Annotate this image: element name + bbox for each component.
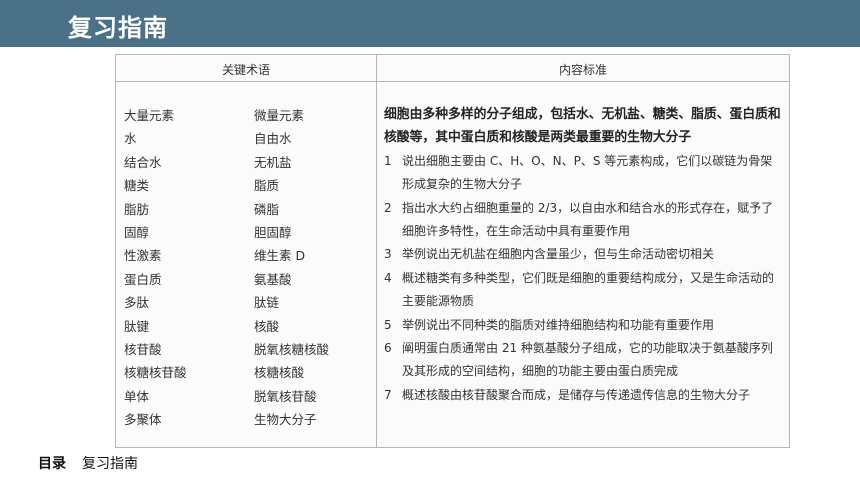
standard-item: 4 概述糖类有多种类型，它们既是细胞的重要结构成分，又是生命活动的主要能源物质 (384, 267, 784, 314)
term-row: 多肽 肽链 (124, 292, 374, 315)
term: 核酸 (254, 318, 280, 334)
standard-item: 5 举例说出不同种类的脂质对维持细胞结构和功能有重要作用 (384, 314, 784, 337)
term: 蛋白质 (124, 271, 162, 287)
standard-item: 1 说出细胞主要由 C、H、O、N、P、S 等元素构成，它们以碳链为骨架形成复杂的… (384, 150, 784, 197)
item-number: 4 (384, 270, 392, 285)
term-row: 性激素 维生素 D (124, 245, 374, 268)
term-row: 蛋白质 氨基酸 (124, 269, 374, 292)
term: 脂肪 (124, 201, 150, 217)
term-row: 水 自由水 (124, 128, 374, 151)
content-standards: 细胞由多种多样的分子组成，包括水、无机盐、糖类、脂质、蛋白质和核酸等，其中蛋白质… (384, 103, 784, 407)
column-divider (376, 55, 377, 447)
term: 肽键 (124, 318, 150, 334)
item-number: 6 (384, 341, 392, 356)
current-section: 复习指南 (82, 456, 138, 472)
term: 性激素 (124, 248, 162, 264)
term: 微量元素 (254, 108, 305, 123)
term: 无机盐 (254, 154, 292, 170)
term: 肽链 (254, 295, 280, 311)
item-text: 阐明蛋白质通常由 21 种氨基酸分子组成，它的功能取决于氨基酸序列及其形成的空间… (402, 341, 773, 379)
term: 磷脂 (254, 201, 280, 217)
key-terms-list: 大量元素 微量元素 水 自由水 结合水 无机盐 糖类 脂质 脂肪 磷脂 固醇 胆固醇 性激素… (124, 105, 374, 432)
term: 糖类 (124, 178, 150, 194)
term: 氨基酸 (254, 271, 292, 287)
term: 脂质 (254, 178, 280, 194)
standard-item: 2 指出水大约占细胞重量的 2/3，以自由水和结合水的形式存在，赋予了细胞许多特性… (384, 197, 784, 244)
term: 核糖核苷酸 (124, 365, 187, 381)
term: 核苷酸 (124, 341, 162, 357)
term: 水 (124, 131, 137, 147)
term: 脱氧核糖核酸 (254, 341, 330, 357)
item-number: 1 (384, 153, 392, 168)
column-header-standards: 内容标准 (558, 63, 607, 77)
item-text: 概述糖类有多种类型，它们既是细胞的重要结构成分，又是生命活动的主要能源物质 (402, 270, 775, 309)
term: 核糖核酸 (254, 365, 305, 381)
item-text: 指出水大约占细胞重量的 2/3，以自由水和结合水的形式存在，赋予了细胞许多特性，… (402, 200, 774, 239)
table-header: 关键术语 内容标准 (116, 55, 789, 82)
term: 自由水 (254, 131, 292, 147)
standards-intro: 细胞由多种多样的分子组成，包括水、无机盐、糖类、脂质、蛋白质和核酸等，其中蛋白质… (384, 107, 781, 146)
term: 大量元素 (124, 108, 175, 123)
header-bar: 复习指南 (0, 0, 860, 47)
term-row: 结合水 无机盐 (124, 152, 374, 175)
term: 脱氧核苷酸 (254, 388, 317, 404)
term: 固醇 (124, 224, 150, 240)
term: 胆固醇 (254, 224, 292, 240)
column-header-terms: 关键术语 (221, 63, 270, 77)
term-row: 大量元素 微量元素 (124, 105, 374, 128)
term-row: 核糖核苷酸 核糖核酸 (124, 362, 374, 385)
term-row: 脂肪 磷脂 (124, 199, 374, 222)
item-text: 举例说出无机盐在细胞内含量虽少，但与生命活动密切相关 (402, 247, 715, 262)
term: 多肽 (124, 295, 150, 311)
standard-item: 7 概述核酸由核苷酸聚合而成，是储存与传递遗传信息的生物大分子 (384, 384, 784, 407)
toc-link[interactable]: 目录 (38, 456, 66, 472)
page-title: 复习指南 (68, 14, 168, 42)
term: 单体 (124, 388, 150, 404)
standard-item: 3 举例说出无机盐在细胞内含量虽少，但与生命活动密切相关 (384, 243, 784, 266)
review-table: 关键术语 内容标准 大量元素 微量元素 水 自由水 结合水 无机盐 糖类 脂质 脂肪 磷脂… (115, 54, 790, 448)
item-number: 5 (384, 317, 392, 332)
item-text: 举例说出不同种类的脂质对维持细胞结构和功能有重要作用 (402, 317, 715, 332)
term-row: 固醇 胆固醇 (124, 222, 374, 245)
item-number: 7 (384, 387, 392, 402)
term-row: 肽键 核酸 (124, 316, 374, 339)
term-row: 多聚体 生物大分子 (124, 409, 374, 432)
item-number: 2 (384, 200, 392, 215)
term-row: 糖类 脂质 (124, 175, 374, 198)
term: 结合水 (124, 154, 162, 170)
term-row: 核苷酸 脱氧核糖核酸 (124, 339, 374, 362)
term: 生物大分子 (254, 412, 317, 428)
term-row: 单体 脱氧核苷酸 (124, 386, 374, 409)
term: 维生素 D (254, 248, 306, 264)
term: 多聚体 (124, 412, 162, 428)
standard-item: 6 阐明蛋白质通常由 21 种氨基酸分子组成，它的功能取决于氨基酸序列及其形成的空… (384, 337, 784, 384)
item-number: 3 (384, 247, 392, 262)
item-text: 概述核酸由核苷酸聚合而成，是储存与传递遗传信息的生物大分子 (402, 387, 751, 402)
footer-breadcrumb: 目录 复习指南 (38, 453, 138, 473)
item-text: 说出细胞主要由 C、H、O、N、P、S 等元素构成，它们以碳链为骨架形成复杂的生… (402, 153, 773, 192)
